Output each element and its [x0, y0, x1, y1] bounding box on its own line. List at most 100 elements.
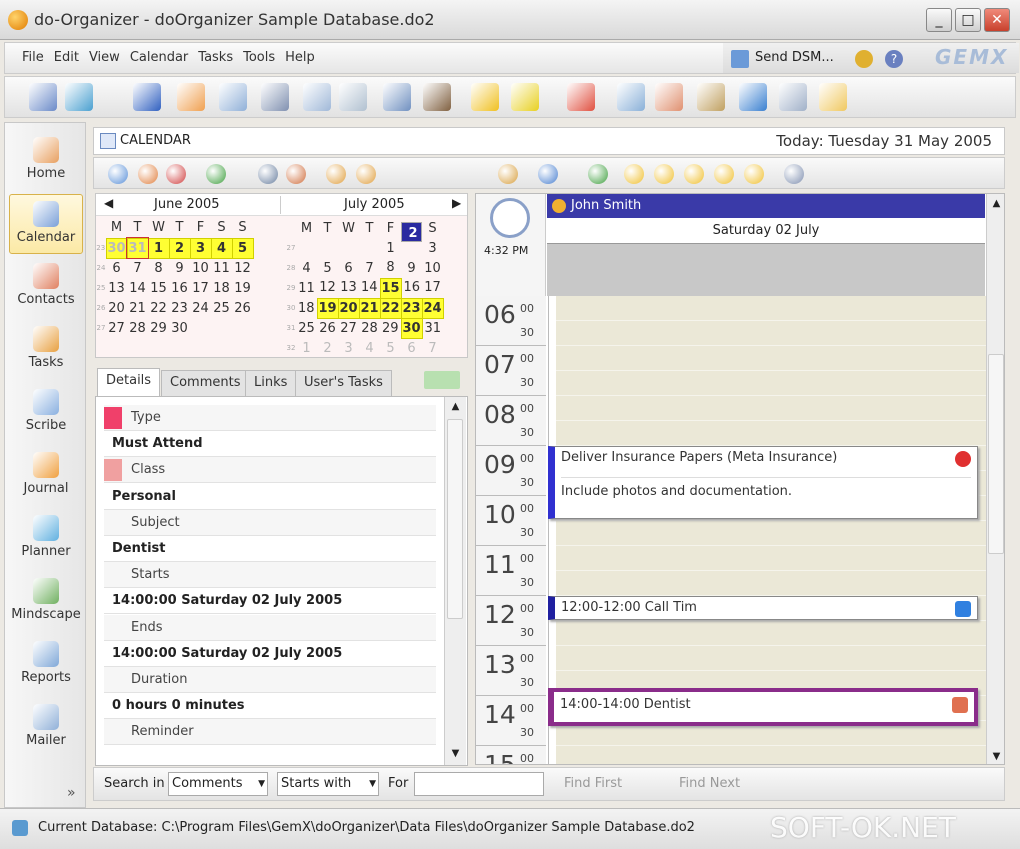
day-cell[interactable]: 16 [401, 278, 422, 298]
toolbar-button-icon[interactable] [511, 83, 539, 111]
calendar-tool-icon[interactable] [538, 164, 558, 184]
day-cell[interactable]: 25 [296, 318, 317, 338]
day-cell[interactable]: 7 [359, 258, 380, 278]
time-slot[interactable] [556, 746, 986, 764]
toolbar-button-icon[interactable] [697, 83, 725, 111]
day-cell[interactable]: 7 [422, 338, 443, 358]
more-chevron-icon[interactable]: » [67, 785, 76, 801]
find-first-button[interactable]: Find First [564, 776, 622, 791]
next-month-icon[interactable]: ▶ [452, 196, 461, 210]
calendar-tool-icon[interactable] [356, 164, 376, 184]
toolbar-button-icon[interactable] [219, 83, 247, 111]
calendar-tool-icon[interactable] [286, 164, 306, 184]
toolbar-button-icon[interactable] [261, 83, 289, 111]
day-cell[interactable]: 17 [190, 278, 211, 298]
calendar-tool-icon[interactable] [166, 164, 186, 184]
time-slot[interactable] [556, 321, 986, 346]
menu-view[interactable]: View [84, 43, 125, 73]
tab-details[interactable]: Details [97, 368, 161, 396]
event-status-icon[interactable] [955, 451, 971, 467]
day-cell[interactable]: 13 [106, 278, 127, 298]
calendar-tool-icon[interactable] [588, 164, 608, 184]
toolbar-button-icon[interactable] [567, 83, 595, 111]
day-cell[interactable]: 1 [296, 338, 317, 358]
calendar-tool-icon[interactable] [498, 164, 518, 184]
time-slot[interactable] [556, 421, 986, 446]
day-cell[interactable]: 17 [422, 278, 443, 298]
day-cell[interactable]: 3 [422, 238, 443, 258]
calendar-tool-icon[interactable] [784, 164, 804, 184]
day-cell[interactable]: 5 [231, 237, 254, 259]
find-next-button[interactable]: Find Next [679, 776, 740, 791]
prev-month-icon[interactable]: ◀ [104, 196, 113, 210]
day-cell[interactable]: 10 [422, 258, 443, 278]
day-cell[interactable]: 27 [106, 318, 127, 338]
day-cell[interactable]: 15 [379, 277, 402, 299]
toolbar-button-icon[interactable] [29, 83, 57, 111]
tab-links[interactable]: Links [245, 370, 297, 396]
day-cell[interactable]: 31 [126, 237, 149, 259]
calendar-event[interactable]: Deliver Insurance Papers (Meta Insurance… [548, 446, 978, 519]
day-cell[interactable]: 11 [296, 278, 317, 298]
day-cell[interactable]: 2 [168, 237, 191, 259]
day-cell[interactable]: 2 [401, 222, 422, 242]
day-cell[interactable]: 8 [148, 258, 169, 278]
calendar-tool-icon[interactable] [326, 164, 346, 184]
day-cell[interactable]: 30 [400, 317, 423, 339]
calendar-tool-icon[interactable] [684, 164, 704, 184]
day-cell[interactable]: 30 [169, 318, 190, 338]
sidebar-item-mailer[interactable]: Mailer [9, 698, 83, 758]
calendar-tool-icon[interactable] [108, 164, 128, 184]
day-cell[interactable]: 24 [190, 298, 211, 318]
day-cell[interactable]: 12 [232, 258, 253, 278]
calendar-event[interactable]: 14:00-14:00 Dentist [548, 688, 978, 726]
day-cell[interactable]: 14 [359, 278, 380, 298]
toolbar-button-icon[interactable] [471, 83, 499, 111]
calendar-tool-icon[interactable] [714, 164, 734, 184]
calendar-tool-icon[interactable] [138, 164, 158, 184]
day-cell[interactable]: 6 [106, 258, 127, 278]
toolbar-button-icon[interactable] [819, 83, 847, 111]
tab-nav-arrows-icon[interactable] [424, 371, 460, 389]
menu-help[interactable]: Help [280, 43, 320, 73]
day-cell[interactable]: 18 [211, 278, 232, 298]
day-cell[interactable]: 18 [296, 298, 317, 318]
day-cell[interactable]: 29 [380, 318, 401, 338]
day-cell[interactable]: 22 [379, 297, 402, 319]
calendar-tool-icon[interactable] [654, 164, 674, 184]
sidebar-item-home[interactable]: Home [9, 131, 83, 191]
day-cell[interactable]: 4 [296, 258, 317, 278]
day-cell[interactable]: 16 [169, 278, 190, 298]
time-slot[interactable] [556, 546, 986, 571]
day-cell[interactable]: 5 [380, 338, 401, 358]
day-cell[interactable]: 22 [148, 298, 169, 318]
time-slot[interactable] [556, 646, 986, 671]
day-cell[interactable]: 2 [317, 338, 338, 358]
close-button[interactable]: ✕ [984, 8, 1010, 32]
menu-tasks[interactable]: Tasks [193, 43, 238, 73]
day-cell[interactable]: 26 [232, 298, 253, 318]
day-cell[interactable]: 14 [127, 278, 148, 298]
details-scrollbar[interactable]: ▲ ▼ [444, 397, 466, 765]
calendar-tool-icon[interactable] [206, 164, 226, 184]
search-input[interactable] [414, 772, 544, 796]
calendar-tool-icon[interactable] [258, 164, 278, 184]
time-slot[interactable] [556, 621, 986, 646]
menu-calendar[interactable]: Calendar [125, 43, 193, 73]
day-cell[interactable]: 3 [338, 338, 359, 358]
day-cell[interactable]: 25 [211, 298, 232, 318]
toolbar-button-icon[interactable] [423, 83, 451, 111]
calendar-tool-icon[interactable] [744, 164, 764, 184]
toolbar-button-icon[interactable] [655, 83, 683, 111]
toolbar-button-icon[interactable] [779, 83, 807, 111]
sidebar-item-tasks[interactable]: Tasks [9, 320, 83, 380]
day-cell[interactable]: 11 [211, 258, 232, 278]
day-cell[interactable]: 15 [148, 278, 169, 298]
event-status-icon[interactable] [955, 601, 971, 617]
toolbar-button-icon[interactable] [739, 83, 767, 111]
menu-tools[interactable]: Tools [238, 43, 280, 73]
tab-comments[interactable]: Comments [161, 370, 250, 396]
calendar-event[interactable]: 12:00-12:00 Call Tim [548, 596, 978, 620]
toolbar-button-icon[interactable] [339, 83, 367, 111]
send-dsm-button[interactable]: Send DSM... [755, 43, 834, 73]
